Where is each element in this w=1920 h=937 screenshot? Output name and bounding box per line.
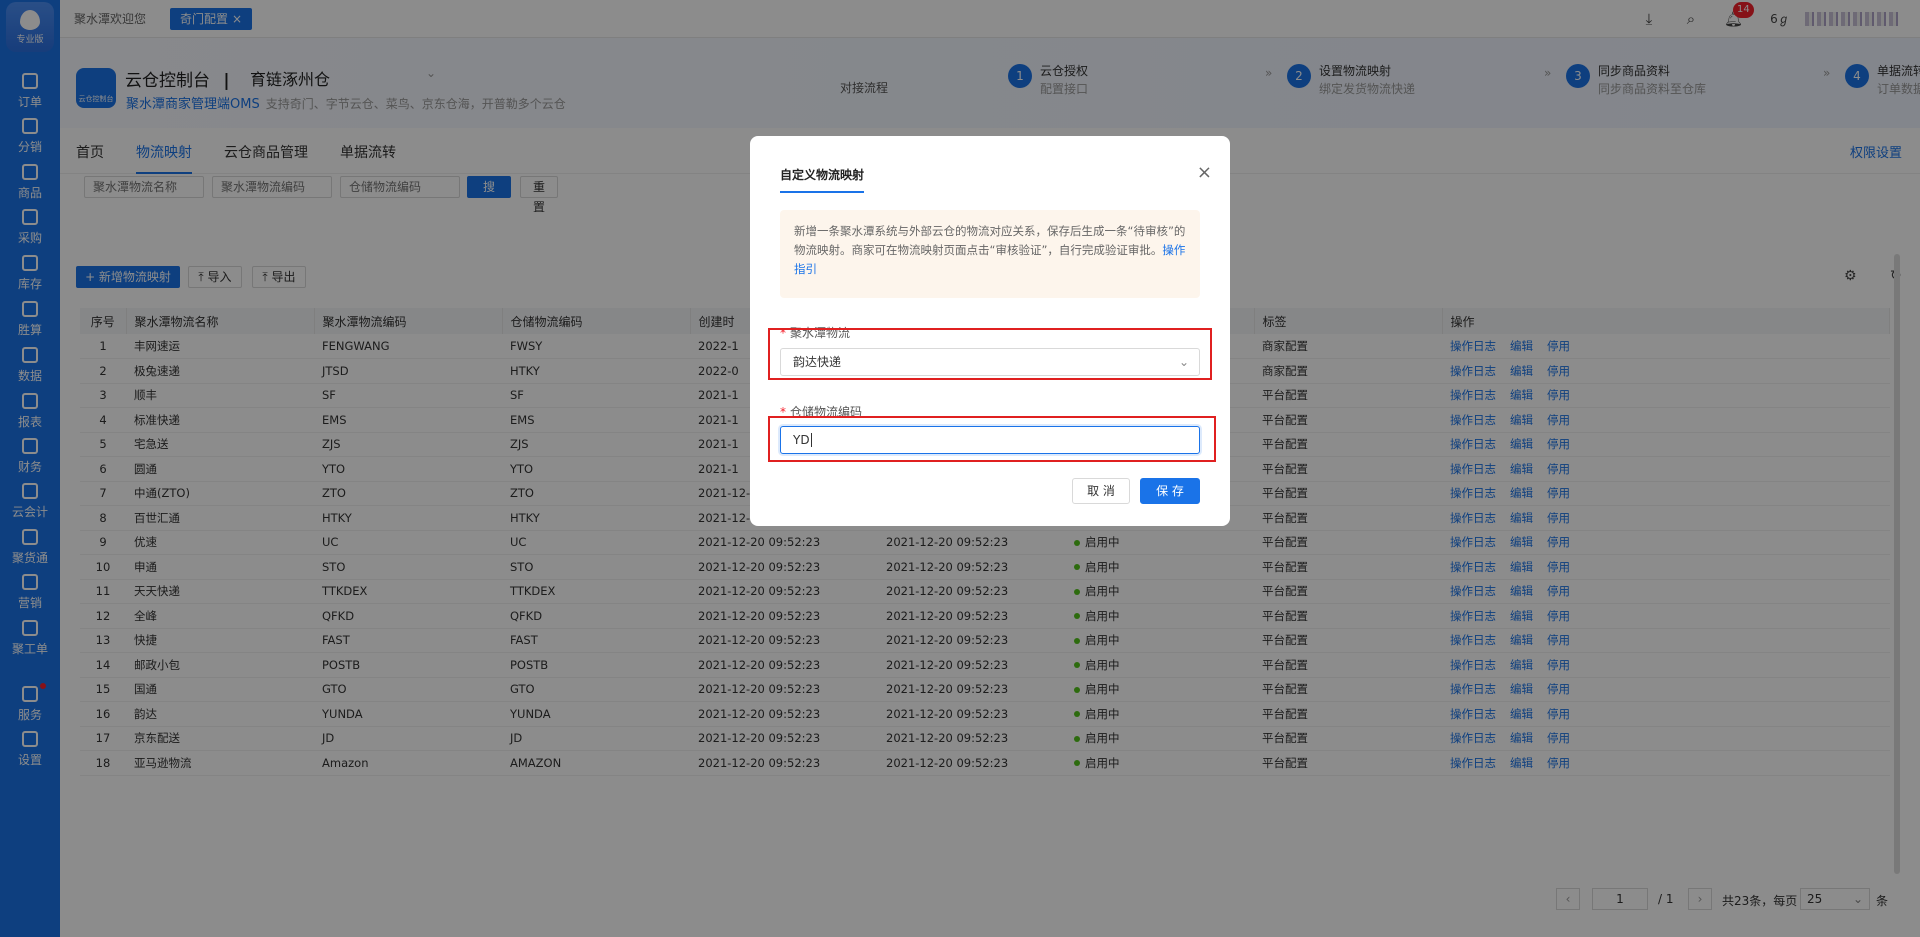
cancel-button[interactable]: 取 消	[1072, 478, 1130, 504]
save-button[interactable]: 保 存	[1140, 478, 1200, 504]
dialog-title: 自定义物流映射	[780, 166, 865, 193]
close-icon[interactable]: ×	[1197, 162, 1212, 183]
highlight-box	[768, 416, 1216, 462]
notice-text: 新增一条聚水潭系统与外部云仓的物流对应关系，保存后生成一条“待审核”的物流映射。…	[794, 224, 1186, 257]
custom-logistics-mapping-dialog: 自定义物流映射 × 新增一条聚水潭系统与外部云仓的物流对应关系，保存后生成一条“…	[750, 136, 1230, 526]
dialog-notice: 新增一条聚水潭系统与外部云仓的物流对应关系，保存后生成一条“待审核”的物流映射。…	[780, 210, 1200, 298]
highlight-box	[768, 328, 1212, 380]
